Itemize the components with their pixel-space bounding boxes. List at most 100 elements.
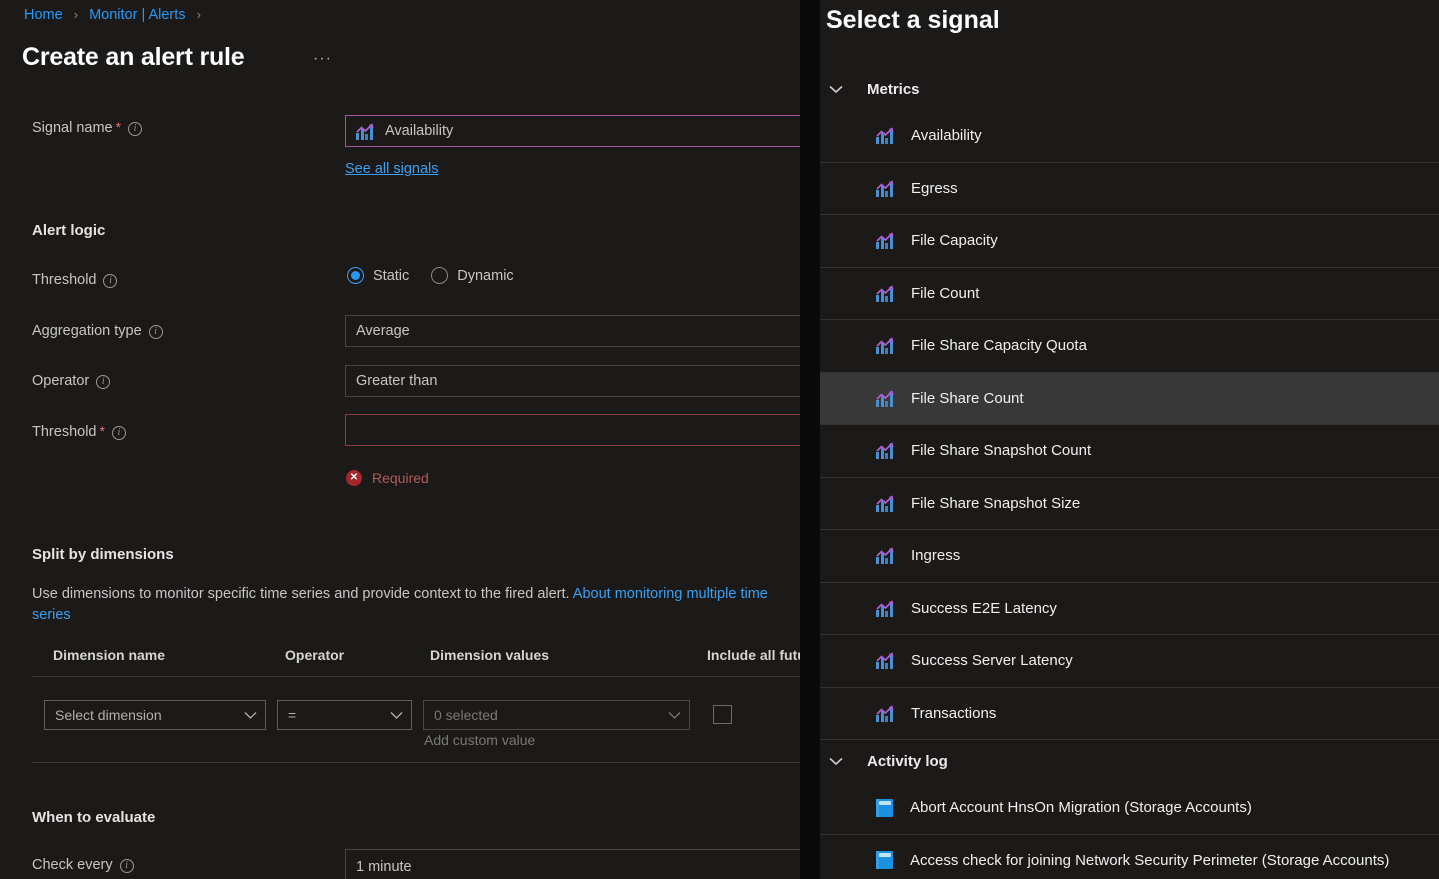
- required-asterisk: *: [99, 423, 105, 439]
- threshold-value-label: Threshold * i: [32, 423, 126, 440]
- signal-list-item[interactable]: Transactions: [820, 688, 1439, 740]
- signal-list-item-label: File Count: [911, 284, 980, 302]
- check-every-select[interactable]: 1 minute: [345, 849, 800, 879]
- error-text: Required: [372, 470, 429, 486]
- threshold-type-radio-group: Static Dynamic: [347, 267, 536, 284]
- signal-list-item[interactable]: Access check for joining Network Securit…: [820, 835, 1439, 879]
- breadcrumb: Home › Monitor | Alerts ›: [24, 7, 208, 23]
- info-icon[interactable]: i: [103, 274, 118, 288]
- signal-name-value: Availability: [385, 123, 454, 139]
- operator-select[interactable]: Greater than: [345, 365, 800, 397]
- activity-log-icon: [876, 851, 893, 870]
- signal-list: Metrics Availability Egress File Capacity Fi…: [820, 68, 1439, 879]
- operator-dropdown[interactable]: =: [277, 700, 412, 730]
- signal-group-label: Activity log: [867, 752, 948, 770]
- signal-list-item-label: Abort Account HnsOn Migration (Storage A…: [910, 799, 1252, 817]
- required-asterisk: *: [115, 119, 122, 135]
- info-icon[interactable]: i: [119, 859, 134, 873]
- more-options-button[interactable]: ···: [313, 50, 332, 68]
- chevron-down-icon: [668, 711, 681, 720]
- aggregation-type-value: Average: [356, 323, 410, 339]
- signal-list-item[interactable]: File Share Count: [820, 372, 1439, 425]
- metric-chart-icon: [876, 600, 894, 617]
- metric-chart-icon: [876, 652, 894, 670]
- chevron-down-icon: [244, 711, 257, 720]
- signal-list-item-label: File Share Snapshot Count: [911, 442, 1092, 460]
- select-a-signal-panel: Select a signal Metrics Availability Egres…: [820, 0, 1439, 879]
- table-divider-top: [32, 676, 800, 677]
- signal-list-item[interactable]: Abort Account HnsOn Migration (Storage A…: [820, 782, 1439, 835]
- signal-list-item-label: Ingress: [911, 547, 961, 565]
- see-all-signals-link[interactable]: See all signals: [345, 161, 439, 177]
- column-header-dimension-name: Dimension name: [53, 647, 166, 663]
- signal-list-item-label: Transactions: [911, 704, 997, 722]
- metric-chart-icon: [876, 705, 894, 722]
- signal-list-item-label: File Capacity: [911, 232, 998, 250]
- chevron-down-icon[interactable]: [825, 757, 847, 766]
- panel-seam: [800, 0, 820, 879]
- select-dimension-value: Select dimension: [55, 707, 162, 723]
- add-custom-value-label[interactable]: Add custom value: [424, 732, 535, 748]
- signal-list-item[interactable]: File Share Capacity Quota: [820, 320, 1439, 373]
- check-every-value: 1 minute: [356, 859, 412, 875]
- signal-list-item[interactable]: File Capacity: [820, 215, 1439, 268]
- signal-group-header-activity-log[interactable]: Activity log: [820, 740, 1439, 782]
- signal-list-item[interactable]: File Share Snapshot Size: [820, 478, 1439, 530]
- operator-label: Operator i: [32, 373, 111, 389]
- dimension-values-value: 0 selected: [434, 707, 498, 723]
- operator-dropdown-value: =: [288, 707, 297, 723]
- breadcrumb-separator-2: ›: [196, 7, 201, 22]
- signal-group-header-metrics[interactable]: Metrics: [820, 68, 1439, 110]
- chevron-down-icon: [390, 711, 403, 720]
- metric-chart-icon: [876, 442, 894, 460]
- signal-list-item[interactable]: Availability: [820, 110, 1439, 163]
- check-every-label: Check every i: [32, 857, 134, 873]
- threshold-type-label: Threshold i: [32, 272, 118, 288]
- radio-static-label: Static: [373, 267, 410, 284]
- signal-list-item[interactable]: File Count: [820, 268, 1439, 320]
- alert-logic-heading: Alert logic: [32, 222, 106, 239]
- when-to-evaluate-heading: When to evaluate: [32, 809, 156, 826]
- signal-list-item-label: Success Server Latency: [911, 652, 1073, 670]
- aggregation-type-label: Aggregation type i: [32, 323, 163, 339]
- dimension-values-dropdown[interactable]: 0 selected: [423, 700, 690, 730]
- signal-group-label: Metrics: [867, 80, 920, 98]
- signal-list-item-label: Access check for joining Network Securit…: [910, 851, 1390, 869]
- metric-chart-icon: [876, 127, 894, 145]
- metric-chart-icon: [876, 547, 894, 565]
- activity-log-icon: [876, 798, 893, 817]
- signal-name-field[interactable]: Availability: [345, 115, 800, 147]
- chevron-down-icon[interactable]: [825, 85, 847, 94]
- breadcrumb-item-monitor-alerts[interactable]: Monitor | Alerts: [89, 7, 185, 23]
- metric-chart-icon: [876, 337, 894, 355]
- info-icon[interactable]: i: [111, 426, 126, 440]
- select-dimension-dropdown[interactable]: Select dimension: [44, 700, 266, 730]
- table-divider-bottom: [32, 762, 800, 763]
- signal-list-item[interactable]: Egress: [820, 163, 1439, 215]
- signal-list-item[interactable]: Ingress: [820, 530, 1439, 583]
- signal-name-label: Signal name * i: [32, 119, 143, 136]
- radio-dynamic[interactable]: [431, 267, 449, 284]
- create-alert-rule-panel: Home › Monitor | Alerts › Create an aler…: [0, 0, 800, 879]
- signal-list-item[interactable]: Success Server Latency: [820, 635, 1439, 688]
- error-icon: ✕: [346, 470, 362, 486]
- signal-list-item[interactable]: File Share Snapshot Count: [820, 425, 1439, 478]
- metric-chart-icon: [876, 495, 894, 512]
- aggregation-type-select[interactable]: Average: [345, 315, 800, 347]
- signal-list-item-label: Success E2E Latency: [911, 599, 1057, 617]
- info-icon[interactable]: i: [148, 325, 163, 339]
- column-header-dimension-values: Dimension values: [430, 647, 550, 663]
- breadcrumb-item-home[interactable]: Home: [24, 7, 63, 23]
- radio-dynamic-label: Dynamic: [457, 267, 514, 284]
- signal-list-item[interactable]: Success E2E Latency: [820, 583, 1439, 635]
- threshold-error: ✕ Required: [346, 470, 429, 486]
- column-header-operator: Operator: [285, 647, 345, 663]
- threshold-value-input[interactable]: [345, 414, 800, 446]
- info-icon[interactable]: i: [128, 122, 143, 136]
- operator-value: Greater than: [356, 373, 438, 389]
- radio-static[interactable]: [347, 267, 364, 284]
- include-all-future-checkbox[interactable]: [713, 705, 732, 724]
- info-icon[interactable]: i: [96, 375, 111, 389]
- metric-chart-icon: [876, 180, 894, 197]
- azure-create-alert-rule-screen: Home › Monitor | Alerts › Create an aler…: [0, 0, 1439, 879]
